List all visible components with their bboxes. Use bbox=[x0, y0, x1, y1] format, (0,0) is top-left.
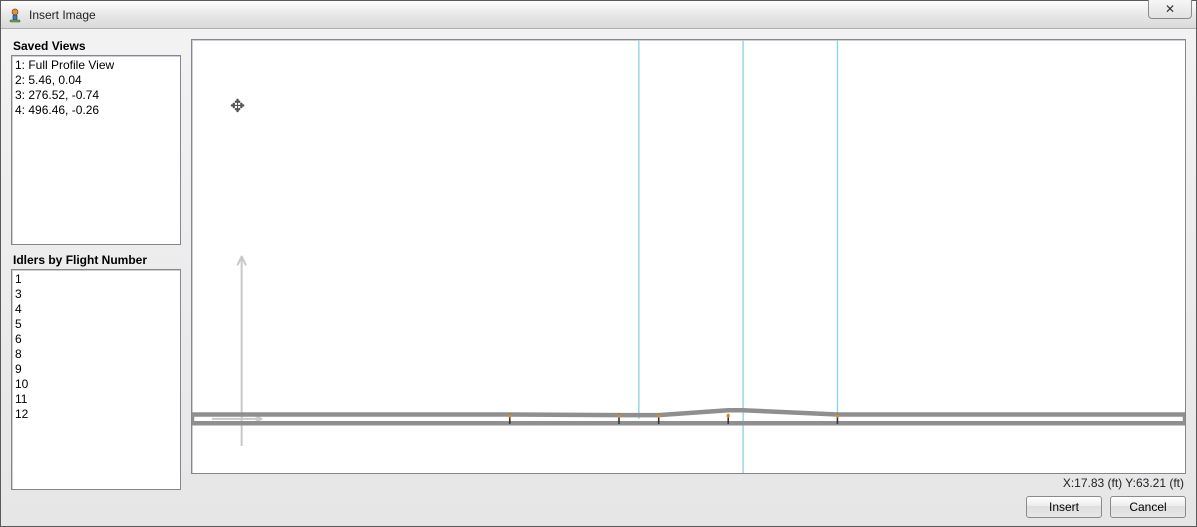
saved-view-item[interactable]: 4: 496.46, -0.26 bbox=[15, 103, 177, 118]
saved-view-item[interactable]: 3: 276.52, -0.74 bbox=[15, 88, 177, 103]
idlers-list[interactable]: 1345689101112 bbox=[11, 269, 181, 490]
close-icon: ✕ bbox=[1165, 2, 1175, 16]
client-area: Saved Views 1: Full Profile View2: 5.46,… bbox=[1, 29, 1196, 526]
coordinate-readout: X:17.83 (ft) Y:63.21 (ft) bbox=[191, 474, 1186, 490]
saved-view-item[interactable]: 2: 5.46, 0.04 bbox=[15, 73, 177, 88]
idler-item[interactable]: 1 bbox=[15, 272, 177, 287]
idler-item[interactable]: 5 bbox=[15, 317, 177, 332]
left-column: Saved Views 1: Full Profile View2: 5.46,… bbox=[11, 39, 181, 490]
idler-item[interactable]: 4 bbox=[15, 302, 177, 317]
profile-canvas[interactable]: ✥ bbox=[191, 39, 1186, 474]
idler-item[interactable]: 11 bbox=[15, 392, 177, 407]
idler-item[interactable]: 10 bbox=[15, 377, 177, 392]
idler-item[interactable]: 8 bbox=[15, 347, 177, 362]
window-controls: ✕ bbox=[1148, 0, 1192, 19]
saved-views-list[interactable]: 1: Full Profile View2: 5.46, 0.043: 276.… bbox=[11, 55, 181, 245]
idler-item[interactable]: 3 bbox=[15, 287, 177, 302]
button-row: Insert Cancel bbox=[11, 490, 1186, 518]
cancel-button[interactable]: Cancel bbox=[1110, 496, 1186, 518]
spacer bbox=[11, 245, 181, 253]
idler-item[interactable]: 12 bbox=[15, 407, 177, 422]
canvas-column: ✥ X:17.83 (ft) Y:63.21 (ft) bbox=[191, 39, 1186, 490]
move-cursor-icon: ✥ bbox=[230, 96, 245, 117]
idlers-label: Idlers by Flight Number bbox=[13, 253, 181, 267]
app-icon bbox=[7, 7, 23, 23]
content-row: Saved Views 1: Full Profile View2: 5.46,… bbox=[11, 39, 1186, 490]
profile-svg bbox=[192, 40, 1185, 473]
window-title: Insert Image bbox=[29, 8, 96, 22]
insert-button[interactable]: Insert bbox=[1026, 496, 1102, 518]
idler-item[interactable]: 6 bbox=[15, 332, 177, 347]
idler-item[interactable]: 9 bbox=[15, 362, 177, 377]
close-button[interactable]: ✕ bbox=[1148, 0, 1192, 19]
titlebar: Insert Image ✕ bbox=[1, 1, 1196, 29]
saved-view-item[interactable]: 1: Full Profile View bbox=[15, 58, 177, 73]
saved-views-label: Saved Views bbox=[13, 39, 181, 53]
dialog-window: Insert Image ✕ Saved Views 1: Full Profi… bbox=[0, 0, 1197, 527]
